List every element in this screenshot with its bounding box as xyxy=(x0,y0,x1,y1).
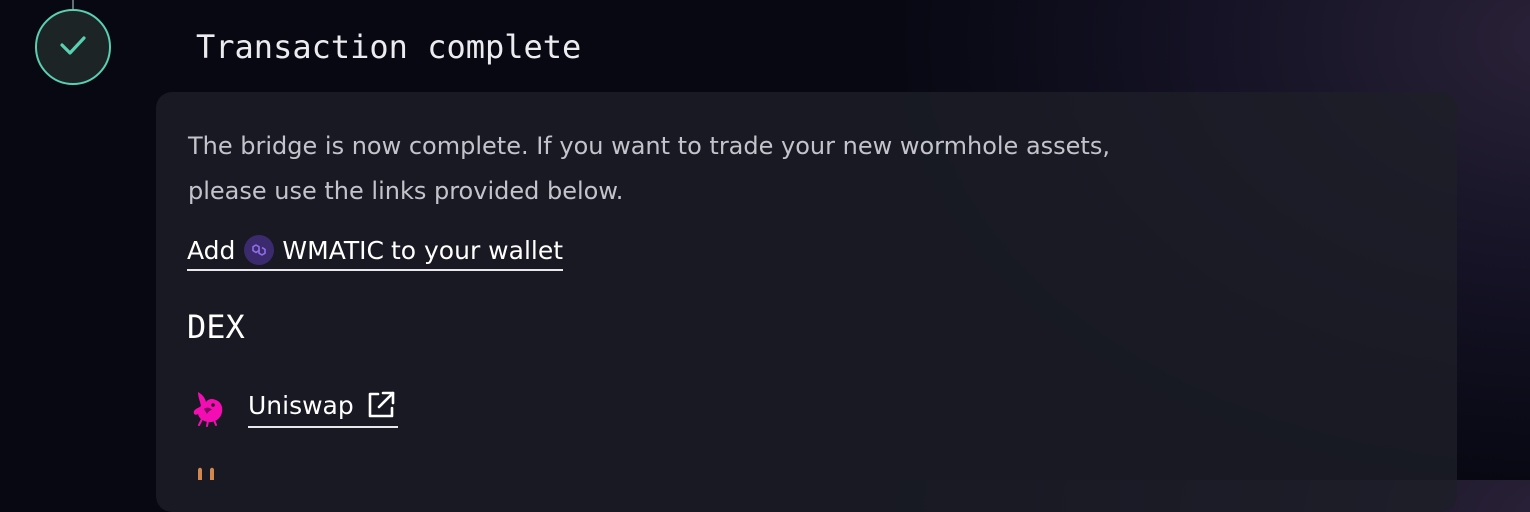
completion-description: The bridge is now complete. If you want … xyxy=(188,132,1110,205)
step-status-indicator xyxy=(35,9,111,85)
uniswap-icon xyxy=(188,388,228,428)
step-title: Transaction complete xyxy=(196,28,582,66)
uniswap-label: Uniswap xyxy=(248,390,354,420)
uniswap-link[interactable]: Uniswap xyxy=(248,388,398,428)
add-token-to-wallet-link[interactable]: Add WMATIC to your wallet xyxy=(187,235,564,271)
external-link-icon xyxy=(364,388,398,422)
dex-item-second xyxy=(188,466,248,506)
dex-item-uniswap: Uniswap xyxy=(188,388,398,428)
polygon-icon xyxy=(244,235,275,265)
token-symbol: WMATIC xyxy=(282,235,384,265)
dex-heading: DEX xyxy=(187,308,245,346)
transaction-complete-card: The bridge is now complete. If you want … xyxy=(156,92,1457,512)
add-token-suffix: to your wallet xyxy=(390,235,564,265)
dex-logo-icon xyxy=(188,466,228,506)
check-icon xyxy=(56,28,90,66)
add-token-prefix: Add xyxy=(187,235,236,265)
